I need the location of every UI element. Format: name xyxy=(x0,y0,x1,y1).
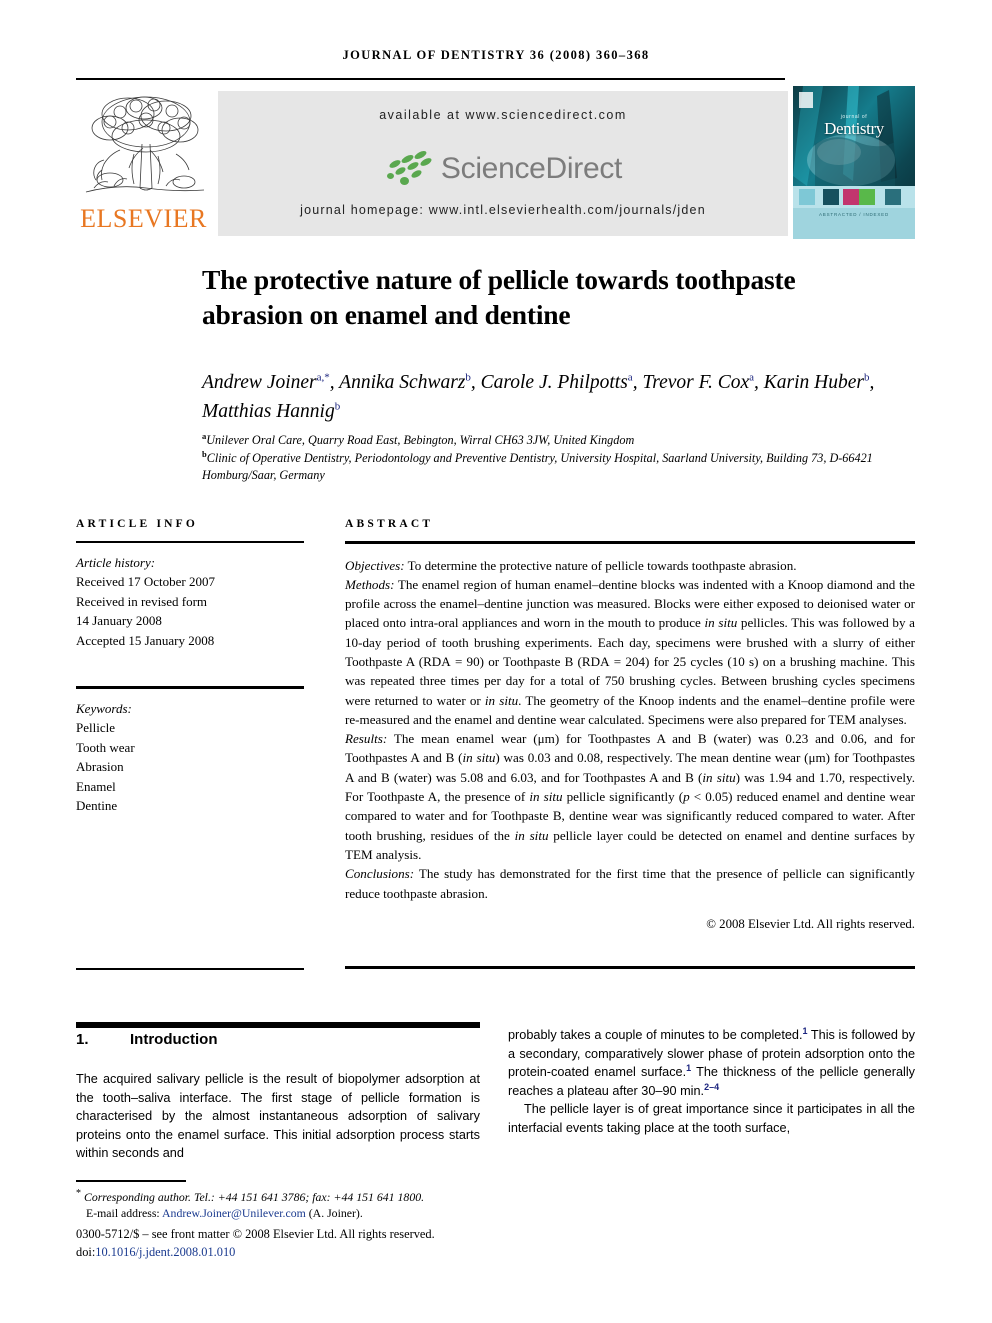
abstract-results-text: The mean enamel wear (μm) for Toothpaste… xyxy=(345,731,915,862)
cover-strip-thumb-2 xyxy=(843,189,859,205)
imprint-block: 0300-5712/$ – see front matter © 2008 El… xyxy=(76,1226,546,1261)
email-line: E-mail address: Andrew.Joiner@Unilever.c… xyxy=(76,1205,496,1222)
cover-footer-text: ABSTRACTED / INDEXED xyxy=(818,212,889,217)
front-matter-line: 0300-5712/$ – see front matter © 2008 El… xyxy=(76,1227,435,1241)
article-info-column: ARTICLE INFO Article history: Received 1… xyxy=(76,518,304,816)
sciencedirect-logo: ScienceDirect xyxy=(218,146,788,192)
author-list: Andrew Joinera,*, Annika Schwarzb, Carol… xyxy=(202,371,875,422)
article-history: Article history: Received 17 October 200… xyxy=(76,553,304,651)
keyword-item: Dentine xyxy=(76,798,118,813)
asterisk-icon: * xyxy=(76,1188,81,1199)
affiliations: aUnilever Oral Care, Quarry Road East, B… xyxy=(202,430,873,482)
article-info-heading: ARTICLE INFO xyxy=(76,518,199,530)
email-link[interactable]: Andrew.Joiner@Unilever.com xyxy=(162,1206,306,1220)
abstract-column: ABSTRACT Objectives: To determine the pr… xyxy=(345,518,915,932)
section-title: Introduction xyxy=(130,1031,218,1048)
elsevier-tree-icon xyxy=(85,96,205,193)
section-divider-bar xyxy=(76,1022,480,1028)
page-title: The protective nature of pellicle toward… xyxy=(202,264,796,330)
cover-image-strip xyxy=(793,186,915,208)
sciencedirect-banner: available at www.sciencedirect.com Scien… xyxy=(218,91,788,236)
elsevier-logo: ELSEVIER xyxy=(76,86,211,239)
keyword-item: Tooth wear xyxy=(76,739,135,755)
footnote-block: * Corresponding author. Tel.: +44 151 64… xyxy=(76,1186,496,1222)
history-item: 14 January 2008 xyxy=(76,613,162,628)
available-at-text: available at www.sciencedirect.com xyxy=(379,108,627,122)
article-info-rule xyxy=(76,541,304,543)
history-item: Received 17 October 2007 xyxy=(76,574,215,589)
sciencedirect-leaves-icon xyxy=(384,149,436,187)
cover-publisher-mark xyxy=(799,92,813,108)
history-item: Received in revised form xyxy=(76,593,208,609)
elsevier-wordmark: ELSEVIER xyxy=(80,204,207,233)
email-label: E-mail address: xyxy=(86,1206,160,1221)
journal-homepage-text: journal homepage: www.intl.elsevierhealt… xyxy=(300,203,706,217)
corresponding-author-note: * Corresponding author. Tel.: +44 151 64… xyxy=(76,1186,496,1205)
cover-strip-thumb-1 xyxy=(823,189,839,205)
sciencedirect-wordmark: ScienceDirect xyxy=(440,152,623,185)
footnote-rule xyxy=(76,1180,186,1182)
abstract-methods-text: The enamel region of human enamel–dentin… xyxy=(345,576,915,727)
keyword-item: Abrasion xyxy=(76,759,124,774)
abstract-heading: ABSTRACT xyxy=(345,518,434,530)
intro-paragraph-left: The acquired salivary pellicle is the re… xyxy=(76,1072,480,1161)
body-column-left: The acquired salivary pellicle is the re… xyxy=(76,1070,480,1163)
abstract-results-label: Results: xyxy=(345,731,388,747)
doi-label: doi: xyxy=(76,1244,96,1259)
section-heading: 1. Introduction xyxy=(76,1031,480,1048)
history-item: Accepted 15 January 2008 xyxy=(76,632,215,648)
keyword-item: Enamel xyxy=(76,778,116,794)
abstract-body: Objectives: To determine the protective … xyxy=(345,556,915,903)
body-column-right: probably takes a couple of minutes to be… xyxy=(508,1026,915,1138)
abstract-conclusions-label: Conclusions: xyxy=(345,866,415,882)
section-number: 1. xyxy=(76,1031,89,1048)
masthead: ELSEVIER available at www.sciencedirect.… xyxy=(76,86,915,239)
cover-strip-thumb-3 xyxy=(859,189,875,205)
keywords-rule xyxy=(76,686,304,689)
abstract-rule xyxy=(345,541,915,544)
abstract-bottom-rule xyxy=(345,966,915,969)
abstract-objectives-label: Objectives: xyxy=(345,557,405,573)
article-history-label: Article history: xyxy=(76,554,156,570)
abstract-methods-label: Methods: xyxy=(345,576,395,592)
keywords-label: Keywords: xyxy=(76,700,132,716)
corresponding-author-text: Corresponding author. Tel.: +44 151 641 … xyxy=(83,1189,425,1204)
cover-strip-logo xyxy=(799,189,815,205)
intro-paragraph-right-2: The pellicle layer is of great importanc… xyxy=(508,1102,915,1135)
doi-value[interactable]: 10.1016/j.jdent.2008.01.010 xyxy=(95,1245,235,1259)
cover-strip-thumb-4 xyxy=(885,189,901,205)
doi-line: doi:10.1016/j.jdent.2008.01.010 xyxy=(76,1244,546,1262)
header-rule xyxy=(76,78,785,80)
abstract-copyright: © 2008 Elsevier Ltd. All rights reserved… xyxy=(706,916,915,931)
abstract-objectives-text: To determine the protective nature of pe… xyxy=(407,557,797,573)
article-info-bottom-rule xyxy=(76,968,304,970)
running-head: JOURNAL OF DENTISTRY 36 (2008) 360–368 xyxy=(342,48,650,62)
journal-article-page: JOURNAL OF DENTISTRY 36 (2008) 360–368 E… xyxy=(0,0,992,1323)
email-suffix: (A. Joiner). xyxy=(308,1206,363,1221)
journal-cover-thumbnail: journal of Dentistry ABSTRACTED / INDEXE… xyxy=(793,86,915,239)
cover-title: Dentistry xyxy=(824,119,884,138)
keywords-block: Keywords: Pellicle Tooth wear Abrasion E… xyxy=(76,699,304,816)
intro-paragraph-right-1: probably takes a couple of minutes to be… xyxy=(508,1025,915,1098)
abstract-conclusions-text: The study has demonstrated for the first… xyxy=(345,866,915,901)
keyword-item: Pellicle xyxy=(76,720,115,735)
